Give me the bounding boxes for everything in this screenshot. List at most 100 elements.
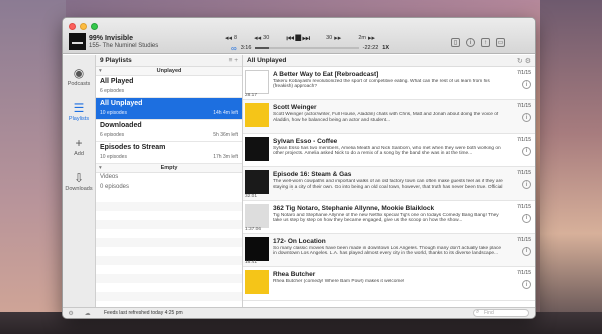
pause-icon[interactable]: ❚❚ (295, 33, 302, 43)
episodes-panel: All Unplayed ↻ ⚙ A Better Way to Eat [Re… (243, 55, 535, 307)
playlists-icon: ☰ (73, 100, 85, 115)
episode-title: Sylvan Esso - Coffee (273, 137, 338, 145)
episode-row[interactable]: Scott Weinger Scott Weinger (actor/writer… (243, 100, 535, 134)
now-playing-artwork[interactable] (69, 33, 86, 50)
episode-artwork (245, 170, 269, 195)
now-playing-title: 99% Invisible (89, 35, 133, 42)
nav-add[interactable]: + Add (64, 129, 94, 164)
airplay-icon[interactable]: ▭ (496, 38, 505, 47)
group-empty[interactable]: ▾ Empty (96, 164, 242, 173)
sort-icon[interactable]: ≡ (229, 57, 233, 64)
skip-back-30-button[interactable]: ◂◂ 30 (254, 34, 269, 42)
episode-artwork (245, 203, 269, 228)
episode-row[interactable]: 172- On Location So many classic movies h… (243, 233, 535, 268)
group-empty-label: Empty (160, 165, 178, 171)
settings-icon[interactable]: ⚙ (525, 58, 531, 65)
sidebar-nav: ◉ Podcasts ☰ Playlists + Add ⇩ Downloads (63, 55, 96, 307)
playlist-item[interactable]: All Unplayed 10 episodes 14h 4m left (96, 98, 242, 120)
episode-date: 7/1/15 (517, 136, 531, 143)
skip-back-8-button[interactable]: ◂◂ 8 (225, 34, 237, 42)
episode-info-icon[interactable]: i (522, 146, 531, 156)
nav-podcasts-label: Podcasts (67, 80, 91, 87)
rewind-small-icon: ◂◂ (225, 35, 233, 42)
skip-back-icon: ◂◂ (254, 35, 262, 42)
episode-info-icon[interactable]: i (522, 213, 531, 223)
refresh-icon[interactable]: ↻ (517, 58, 523, 65)
episode-row[interactable]: Episode 16: Steam & Gas The well-worn cow… (243, 167, 535, 201)
episode-info-icon[interactable]: i (522, 280, 531, 290)
app-window: 99% Invisible 155- The Numinel Studies ◂… (62, 17, 536, 319)
main-area: ◉ Podcasts ☰ Playlists + Add ⇩ Downloads… (63, 55, 535, 307)
episode-description: Takeru Kobayashi revolutionized the spor… (273, 79, 490, 90)
elapsed-time: 3:16 (240, 45, 252, 51)
remaining-time: -22:22 (362, 45, 379, 51)
player-toolbar: 99% Invisible 155- The Numinel Studies ◂… (63, 18, 535, 54)
zoom-window-button[interactable] (91, 23, 98, 30)
episode-date: 7/1/15 (517, 170, 531, 177)
episode-length: 28:17 (245, 93, 258, 99)
status-bar: ⚙ ☁ Feeds last refreshed today 4:25 pm F… (63, 307, 535, 318)
group-unplayed[interactable]: ▾ Unplayed (96, 67, 242, 76)
nav-playlists[interactable]: ☰ Playlists (64, 94, 94, 129)
cloud-icon[interactable]: ☁ (85, 310, 91, 317)
playlist-name: All Unplayed (100, 100, 143, 107)
episode-info-icon[interactable]: i (522, 180, 531, 190)
skip-fwd-label: 30 (326, 35, 333, 41)
skip-fwd-30-button[interactable]: 30 ▸▸ (326, 34, 341, 42)
episode-info-icon[interactable]: i (522, 80, 531, 89)
nav-downloads[interactable]: ⇩ Downloads (64, 164, 94, 199)
group-chevron-icon: ▾ (99, 68, 102, 74)
playlist-time-left: 17h 3m left (213, 154, 238, 160)
episode-description: So many classic movies have been made in… (273, 245, 502, 257)
add-playlist-icon[interactable]: + (234, 57, 238, 64)
episode-row[interactable]: Rhea Butcher Rhea Butcher (comedy! Where … (243, 267, 535, 301)
search-input[interactable]: Find (473, 309, 529, 317)
skip-fwd-2m-button[interactable]: 2m ▸▸ (358, 34, 375, 42)
podcasts-icon: ◉ (73, 65, 85, 80)
downloads-icon: ⇩ (73, 170, 85, 185)
episode-artwork (245, 270, 269, 295)
info-icon[interactable]: i (466, 38, 475, 47)
nav-podcasts[interactable]: ◉ Podcasts (64, 59, 94, 94)
episode-length: 1:37:06 (245, 226, 262, 232)
playlist-time-left: 14h 4m left (213, 110, 238, 116)
episode-row[interactable]: 362 Tig Notaro, Stephanie Allynne, Mooki… (243, 201, 535, 234)
episode-description: Tig Notaro and Stephanie Allynne of the … (273, 212, 499, 223)
episode-info-icon[interactable]: i (522, 113, 531, 123)
playlists-count: 9 Playlists (100, 57, 132, 64)
episode-artwork (245, 70, 269, 94)
transport-icons: ⏮ ❚❚ ⏭ (286, 33, 310, 44)
playlist-item-videos[interactable]: Videos (96, 173, 242, 183)
episode-info-icon[interactable]: i (522, 246, 531, 256)
minimize-window-button[interactable] (80, 23, 87, 30)
episode-row[interactable]: A Better Way to Eat [Rebroadcast] Takeru … (243, 67, 535, 101)
playlists-panel: 9 Playlists ≡ + ▾ Unplayed All Played 6 … (96, 55, 243, 307)
gear-icon[interactable]: ⚙ (68, 310, 73, 317)
nav-downloads-label: Downloads (65, 185, 93, 192)
episode-title: Episode 16: Steam & Gas (273, 171, 352, 179)
episode-artwork (245, 103, 269, 128)
episode-artwork (245, 236, 269, 261)
episode-date: 7/1/15 (517, 270, 531, 277)
playback-rate[interactable]: 1X (382, 45, 389, 51)
episode-description: Rhea Butcher (comedy! Where Bam Pow!) ma… (273, 279, 405, 285)
playlist-item[interactable]: Episodes to Stream 10 episodes 17h 3m le… (96, 142, 242, 164)
playlist-item[interactable]: All Played 6 episodes (96, 76, 242, 98)
skip-fwd-far-icon: ▸▸ (367, 35, 375, 42)
playlist-item[interactable]: Downloaded 6 episodes 5h 36m left (96, 120, 242, 142)
episode-date: 7/1/15 (517, 103, 531, 110)
skip-back-small-label: 8 (234, 35, 238, 41)
episode-row[interactable]: Sylvan Esso - Coffee Sylvan Esso has two … (243, 134, 535, 168)
next-icon[interactable]: ⏭ (302, 33, 310, 43)
loop-icon[interactable]: ∞ (231, 44, 237, 53)
nav-add-label: Add (74, 150, 84, 157)
share-icon[interactable]: ↑ (481, 38, 490, 47)
skip-fwd-min-label: 2m (358, 35, 366, 41)
progress-scrubber[interactable] (255, 47, 359, 49)
previous-icon[interactable]: ⏮ (286, 33, 294, 43)
close-window-button[interactable] (69, 23, 76, 30)
playlist-empty-space (96, 193, 242, 307)
bookmark-icon[interactable]: ▯ (451, 38, 460, 47)
playlists-header: 9 Playlists ≡ + (96, 55, 242, 67)
group-unplayed-label: Unplayed (156, 68, 182, 74)
